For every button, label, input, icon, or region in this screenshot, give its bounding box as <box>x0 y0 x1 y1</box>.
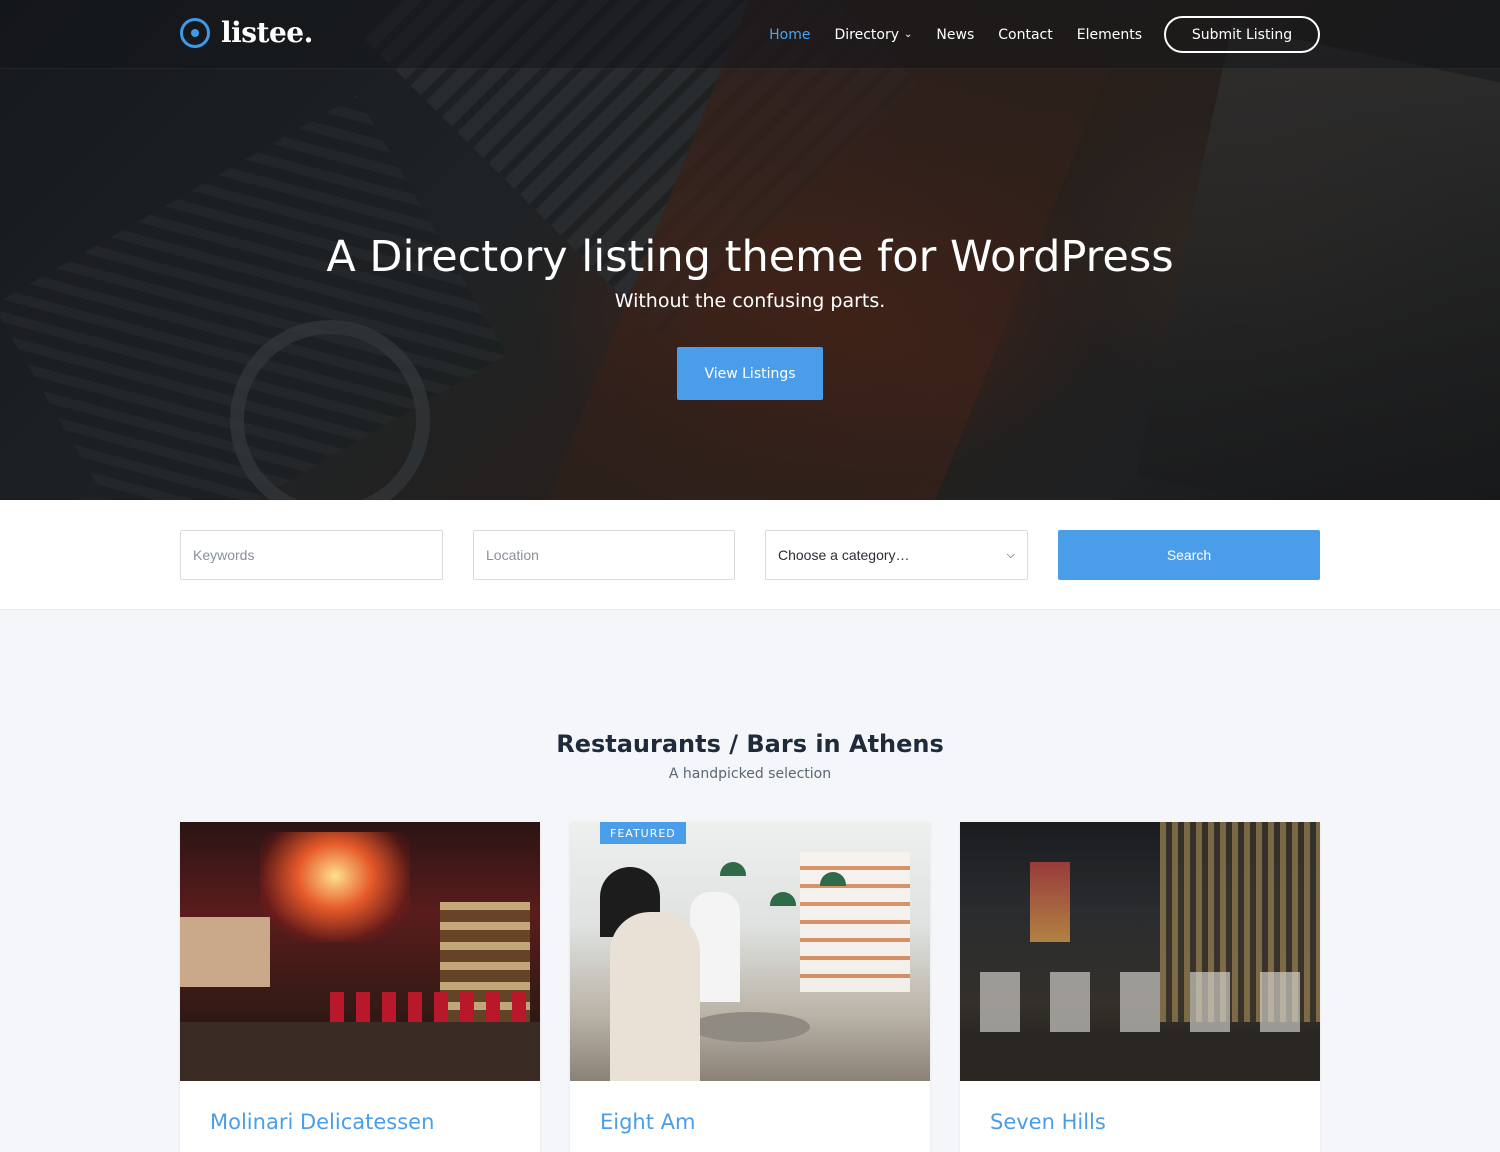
listing-title[interactable]: Molinari Delicatessen <box>210 1110 434 1134</box>
nav-item-contact[interactable]: Contact <box>998 27 1052 43</box>
section-subtitle: A handpicked selection <box>668 766 832 782</box>
view-listings-button[interactable]: View Listings <box>677 347 823 400</box>
search-bar: Keywords Location Choose a category… ⌵ S… <box>0 500 1500 610</box>
listing-image[interactable] <box>180 822 540 1081</box>
listing-image[interactable]: FEATURED <box>570 822 930 1081</box>
listing-card[interactable]: Seven Hills <box>960 822 1320 1152</box>
hero-title: A Directory listing theme for WordPress <box>326 232 1174 282</box>
target-dot-icon <box>180 17 210 48</box>
top-navbar: listee. Home Directory ⌄ News Contact El… <box>0 0 1500 69</box>
nav-item-directory[interactable]: Directory ⌄ <box>835 27 913 43</box>
site-logo[interactable]: listee. <box>180 16 313 49</box>
brand-name: listee. <box>221 16 313 49</box>
listing-title[interactable]: Seven Hills <box>990 1110 1106 1134</box>
nav-item-directory-label: Directory <box>834 26 900 43</box>
hero-banner: A Directory listing theme for WordPress … <box>0 0 1500 500</box>
featured-badge: FEATURED <box>600 822 686 844</box>
section-title: Restaurants / Bars in Athens <box>556 730 944 758</box>
chevron-down-icon: ⌵ <box>1006 548 1015 561</box>
submit-listing-button[interactable]: Submit Listing <box>1164 16 1320 53</box>
location-input[interactable]: Location <box>473 530 735 580</box>
listing-title[interactable]: Eight Am <box>600 1110 695 1134</box>
listing-image[interactable] <box>960 822 1320 1081</box>
chevron-down-icon: ⌄ <box>904 29 913 40</box>
listing-card[interactable]: FEATURED Eight Am <box>570 822 930 1152</box>
category-select-value: Choose a category… <box>778 547 910 563</box>
hero-subtitle: Without the confusing parts. <box>614 290 886 312</box>
listing-card[interactable]: Molinari Delicatessen <box>180 822 540 1152</box>
nav-item-elements[interactable]: Elements <box>1077 27 1142 43</box>
nav-item-news[interactable]: News <box>936 27 974 43</box>
keywords-input[interactable]: Keywords <box>180 530 443 580</box>
category-select[interactable]: Choose a category… ⌵ <box>765 530 1028 580</box>
nav-item-home[interactable]: Home <box>769 27 810 43</box>
main-menu: Home Directory ⌄ News Contact Elements <box>745 0 1142 69</box>
search-button[interactable]: Search <box>1058 530 1320 580</box>
